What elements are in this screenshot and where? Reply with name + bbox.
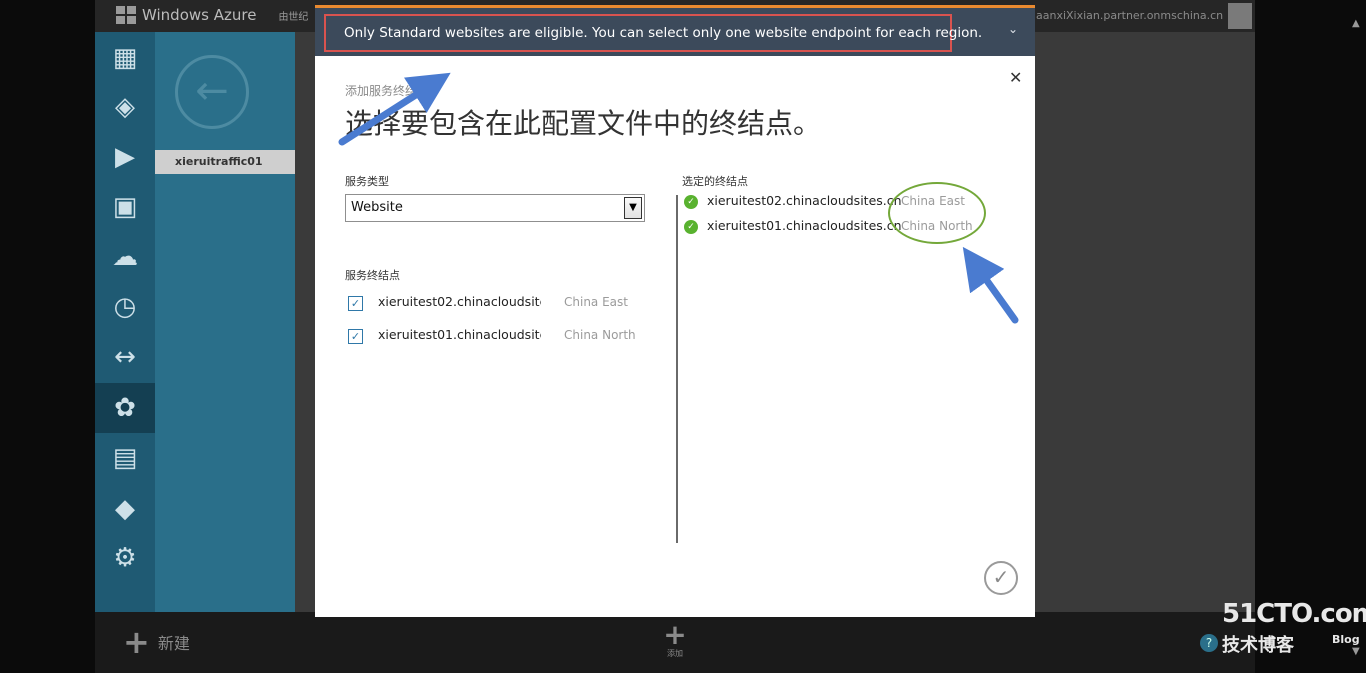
endpoint-region: China North xyxy=(564,328,636,342)
back-arrow-icon[interactable]: ← xyxy=(175,55,249,129)
service-type-value: Website xyxy=(351,200,403,215)
watermark-blog: Blog xyxy=(1332,633,1360,646)
storage-export-icon[interactable]: ▣ xyxy=(106,188,144,226)
traffic-profile-item[interactable]: xieruitraffic01 xyxy=(155,150,295,174)
scroll-up-icon[interactable]: ▲ xyxy=(1352,18,1360,29)
brand-title: Windows Azure xyxy=(142,6,257,24)
warning-message-highlight: Only Standard websites are eligible. You… xyxy=(324,14,982,52)
expand-chevron-icon[interactable]: ⌄ xyxy=(1008,22,1018,36)
cloud-icon[interactable]: ☁ xyxy=(106,238,144,276)
new-label: 新建 xyxy=(157,634,190,653)
git-diamond-icon[interactable]: ◆ xyxy=(106,490,144,528)
network-code-icon[interactable]: ↔ xyxy=(106,338,144,376)
dashboard-monitor-icon[interactable]: ▤ xyxy=(106,439,144,477)
selected-endpoint-name: xieruitest01.chinacloudsites.cn xyxy=(707,218,902,233)
dialog-title: 选择要包含在此配置文件中的终结点。 xyxy=(345,107,822,140)
watermark-logo: 51CTO.com 技术博客 Blog xyxy=(1222,599,1366,656)
selected-endpoint-name: xieruitest02.chinacloudsites.cn xyxy=(707,193,902,208)
chevron-down-icon[interactable]: ▼ xyxy=(624,197,642,219)
add-button[interactable]: + 添加 xyxy=(660,618,690,659)
watermark-site: 51CTO.com xyxy=(1222,599,1366,629)
success-check-icon: ✓ xyxy=(684,195,698,209)
media-services-icon[interactable]: ▶ xyxy=(106,138,144,176)
checkbox-checked-icon[interactable]: ✓ xyxy=(348,295,363,311)
user-account[interactable]: aanxiXixian.partner.onmschina.cn xyxy=(1036,9,1223,22)
checkbox-checked-icon[interactable]: ✓ xyxy=(348,328,363,344)
scroll-down-icon[interactable]: ▼ xyxy=(1352,646,1360,657)
grid-icon[interactable]: ▦ xyxy=(106,39,144,77)
close-icon[interactable]: ✕ xyxy=(1009,68,1022,87)
dialog-accent-line xyxy=(315,5,1035,8)
plus-icon: + xyxy=(123,623,150,661)
endpoint-region: China East xyxy=(564,295,628,309)
service-type-select[interactable]: Website ▼ xyxy=(345,194,645,222)
warning-text: Only Standard websites are eligible. You… xyxy=(344,25,983,41)
settings-gear-icon[interactable]: ⚙ xyxy=(106,539,144,577)
avatar[interactable] xyxy=(1228,3,1252,29)
service-endpoints-label: 服务终结点 xyxy=(345,269,400,282)
brand-subtitle: 由世纪 xyxy=(278,11,309,23)
hdinsight-elephant-icon[interactable]: ◈ xyxy=(106,88,144,126)
selected-endpoints-label: 选定的终结点 xyxy=(682,175,748,188)
watermark-tagline: 技术博客 xyxy=(1222,635,1294,656)
endpoint-name: xieruitest01.chinacloudsites.cn xyxy=(378,327,541,342)
complete-checkmark-button[interactable]: ✓ xyxy=(984,561,1018,595)
help-icon[interactable]: ? xyxy=(1200,634,1218,652)
column-divider xyxy=(676,195,678,543)
dialog-eyebrow: 添加服务终结点 xyxy=(345,84,430,98)
traffic-manager-icon[interactable]: ✿ xyxy=(106,389,144,427)
endpoint-name: xieruitest02.chinacloudsites.cn xyxy=(378,294,541,309)
endpoint-row[interactable]: ✓ xieruitest01.chinacloudsites.cn China … xyxy=(348,326,636,346)
windows-logo-icon xyxy=(116,6,136,24)
service-type-label: 服务类型 xyxy=(345,175,389,188)
endpoint-row[interactable]: ✓ xieruitest02.chinacloudsites.cn China … xyxy=(348,293,628,313)
new-button[interactable]: + 新建 xyxy=(123,623,190,661)
scheduler-clock-icon[interactable]: ◷ xyxy=(106,288,144,326)
brand[interactable]: Windows Azure 由世纪 xyxy=(116,6,308,24)
plus-icon: + xyxy=(663,618,687,651)
region-highlight-ellipse xyxy=(888,182,986,244)
success-check-icon: ✓ xyxy=(684,220,698,234)
